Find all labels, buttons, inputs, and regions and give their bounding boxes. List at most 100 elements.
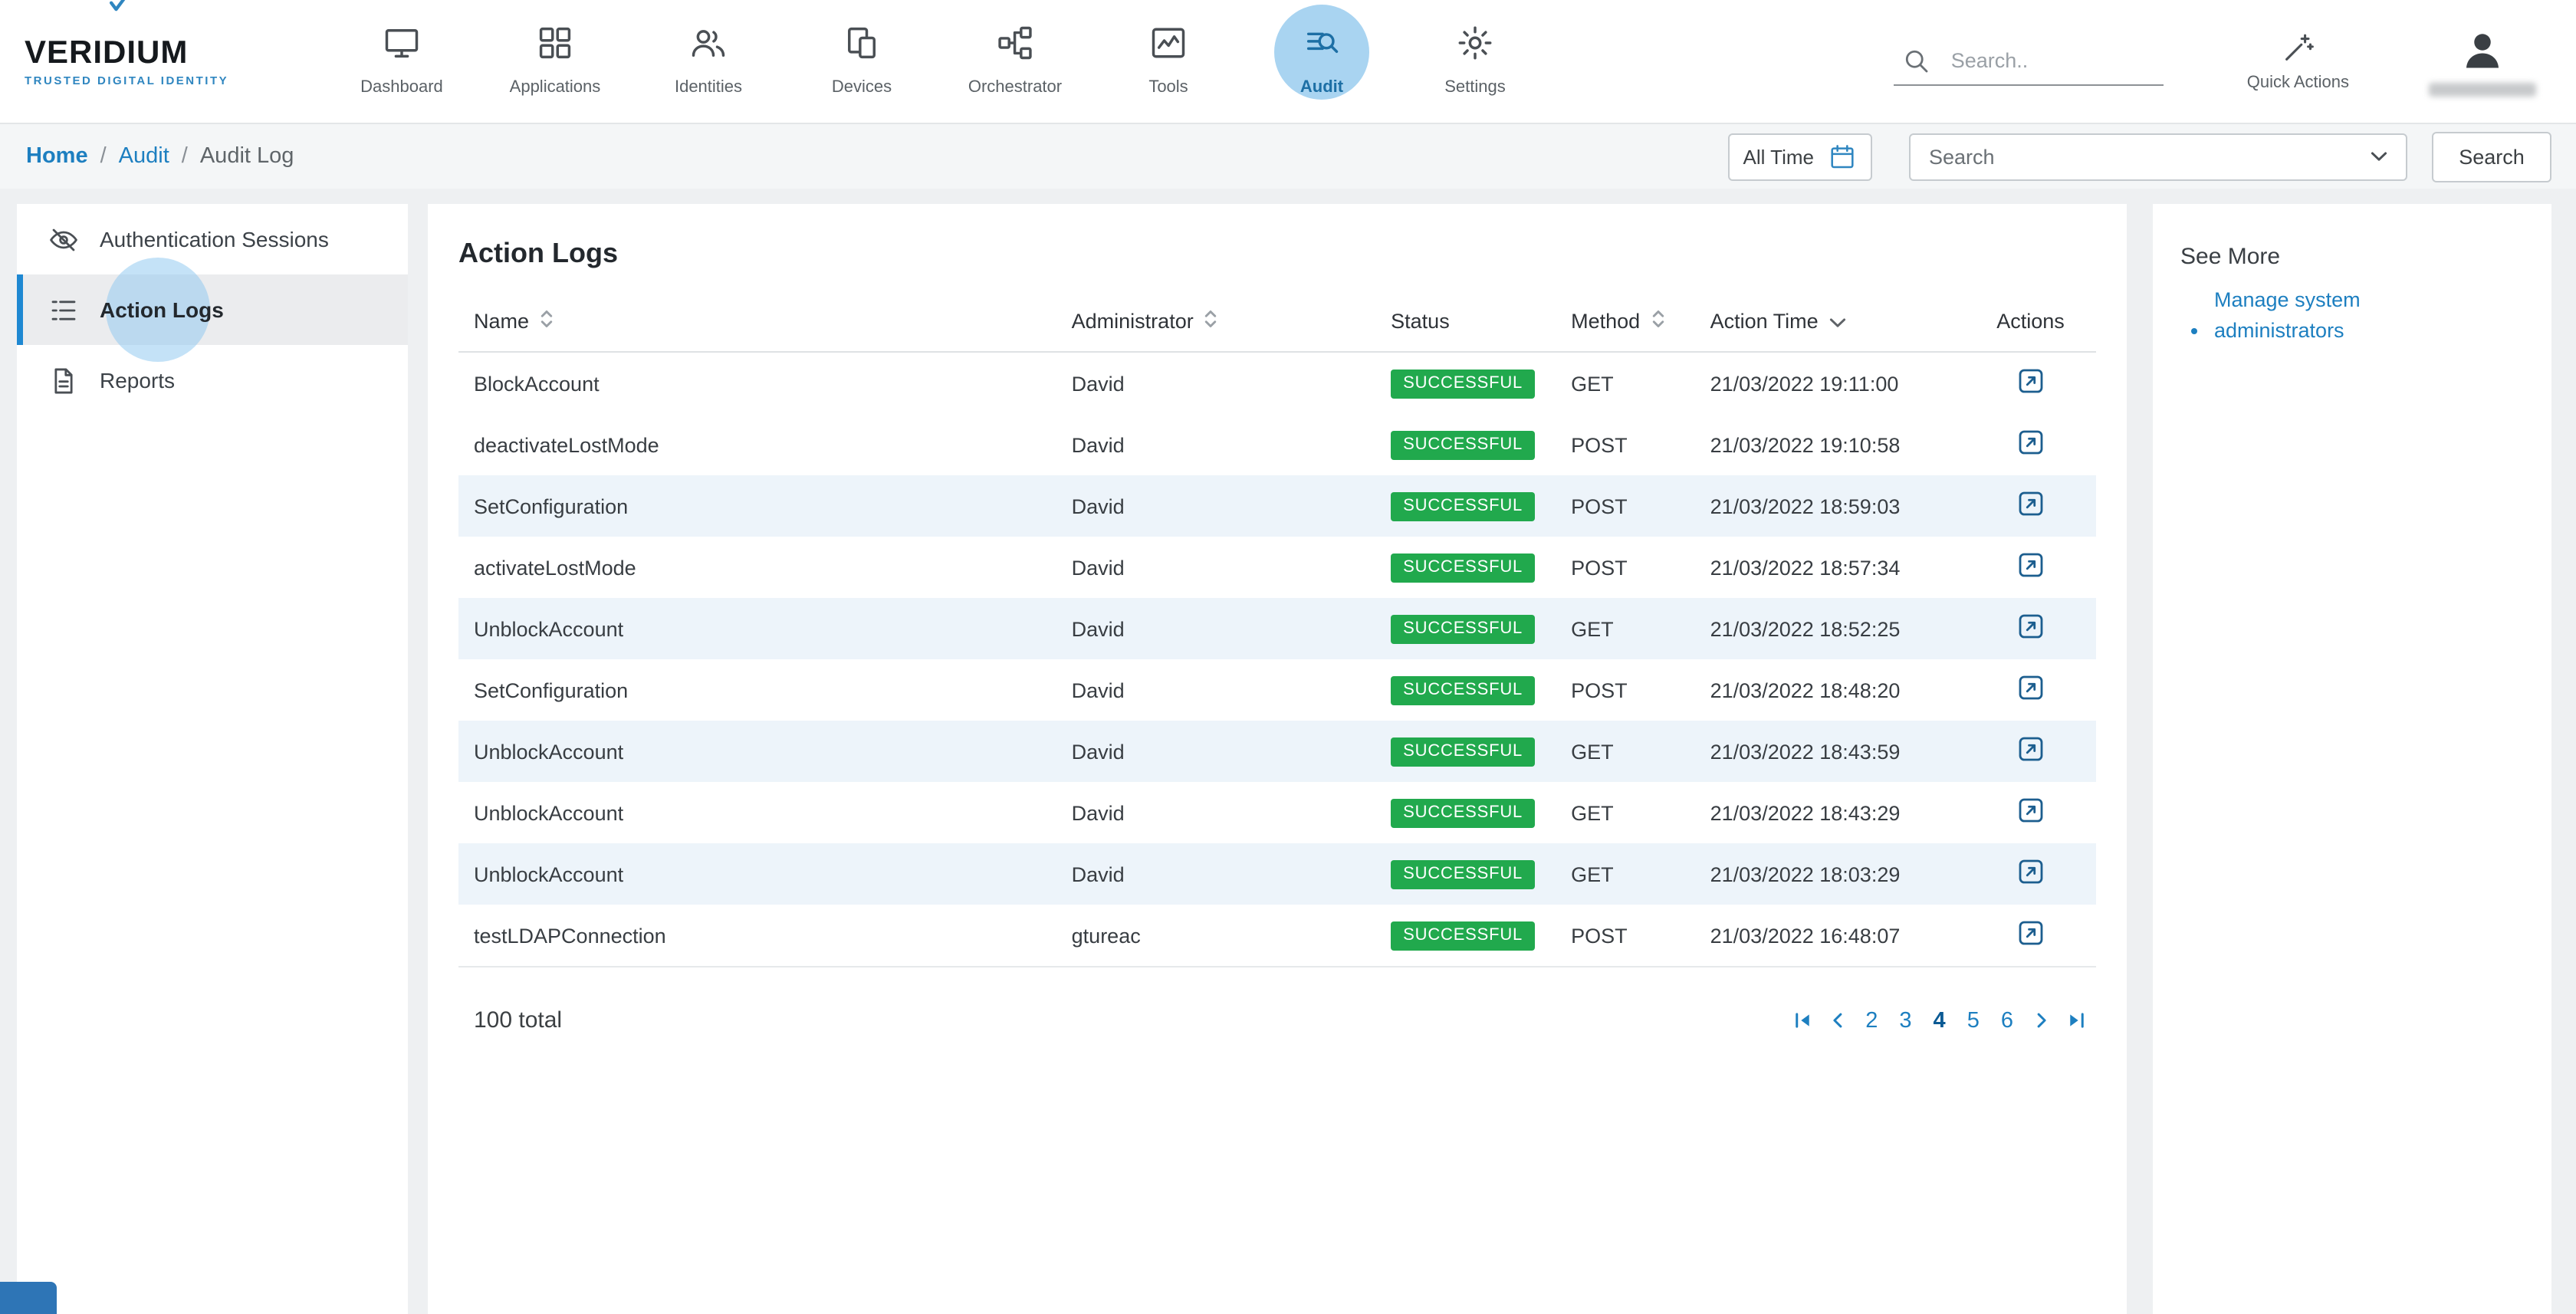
cell-status: SUCCESSFUL (1375, 414, 1556, 475)
sidebar-item-label: Reports (100, 368, 175, 393)
open-record-icon (2015, 610, 2047, 642)
column-header-name[interactable]: Name (458, 296, 1056, 352)
cell-status: SUCCESSFUL (1375, 475, 1556, 537)
cell-actions (1965, 414, 2096, 475)
row-action-button[interactable] (2012, 730, 2050, 773)
action-logs-panel: Action Logs NameAdministratorStatusMetho… (428, 204, 2127, 1314)
nav-item-tools[interactable]: Tools (1092, 0, 1245, 123)
header-tools: Quick Actions (1894, 27, 2536, 96)
nav-item-audit[interactable]: Audit (1245, 0, 1398, 123)
open-record-icon (2015, 917, 2047, 949)
app-window: VERIDIUM TRUSTED DIGITAL IDENTITY Dashbo… (0, 0, 2576, 1314)
total-count: 100 total (458, 1007, 562, 1033)
cell-administrator: David (1056, 721, 1376, 782)
time-filter-button[interactable]: All Time (1728, 133, 1872, 180)
cell-actions (1965, 598, 2096, 659)
cell-name: SetConfiguration (458, 475, 1056, 537)
column-label: Action Time (1710, 310, 1819, 333)
row-action-button[interactable] (2012, 607, 2050, 650)
row-action-button[interactable] (2012, 668, 2050, 711)
pagination-page-3[interactable]: 3 (1896, 1008, 1914, 1033)
sidebar-item-action-logs[interactable]: Action Logs (17, 274, 408, 345)
table-footer: 100 total 23456 (458, 1007, 2096, 1033)
pagination-page-2[interactable]: 2 (1862, 1008, 1881, 1033)
table-row: SetConfiguration David SUCCESSFUL POST 2… (458, 475, 2096, 537)
cell-method: GET (1556, 721, 1695, 782)
caret-down-icon (1829, 317, 1846, 328)
nav-item-orchestrator[interactable]: Orchestrator (938, 0, 1092, 123)
cell-administrator: gtureac (1056, 905, 1376, 967)
search-filter-dropdown[interactable]: Search (1909, 133, 2407, 180)
status-badge: SUCCESSFUL (1391, 921, 1535, 950)
cell-name: testLDAPConnection (458, 905, 1056, 967)
table-row: UnblockAccount David SUCCESSFUL GET 21/0… (458, 721, 2096, 782)
row-action-button[interactable] (2012, 852, 2050, 895)
cell-administrator: David (1056, 475, 1376, 537)
status-badge: SUCCESSFUL (1391, 675, 1535, 705)
nav-item-label: Devices (832, 78, 892, 97)
table-row: testLDAPConnection gtureac SUCCESSFUL PO… (458, 905, 2096, 967)
settings-icon (1455, 23, 1495, 63)
open-record-icon (2015, 426, 2047, 458)
row-action-button[interactable] (2012, 914, 2050, 957)
sidebar-item-label: Action Logs (100, 297, 224, 322)
table-row: SetConfiguration David SUCCESSFUL POST 2… (458, 659, 2096, 721)
row-action-button[interactable] (2012, 546, 2050, 589)
cell-actions (1965, 721, 2096, 782)
pagination-next-button[interactable] (2032, 1010, 2052, 1030)
column-header-method[interactable]: Method (1556, 296, 1695, 352)
applications-icon (535, 23, 575, 63)
breadcrumb-link-home[interactable]: Home (26, 144, 88, 169)
time-filter-label: All Time (1743, 145, 1814, 168)
table-header-row: NameAdministratorStatusMethodAction Time… (458, 296, 2096, 352)
global-search-input[interactable] (1948, 48, 2144, 74)
user-menu[interactable] (2429, 27, 2536, 96)
column-header-action-time[interactable]: Action Time (1695, 296, 1965, 352)
sidebar-item-reports[interactable]: Reports (17, 345, 408, 416)
search-button[interactable]: Search (2432, 131, 2551, 182)
cell-action-time: 21/03/2022 16:48:07 (1695, 905, 1965, 967)
nav-item-devices[interactable]: Devices (785, 0, 938, 123)
veridium-logo[interactable]: VERIDIUM TRUSTED DIGITAL IDENTITY (25, 35, 267, 87)
see-more-link[interactable]: Manage system administrators (2214, 285, 2374, 345)
nav-item-identities[interactable]: Identities (632, 0, 785, 123)
status-badge: SUCCESSFUL (1391, 859, 1535, 889)
page-title: Action Logs (458, 238, 2096, 270)
pagination-page-6[interactable]: 6 (1998, 1008, 2016, 1033)
pagination-page-5[interactable]: 5 (1964, 1008, 1983, 1033)
cell-method: POST (1556, 659, 1695, 721)
open-record-icon (2015, 549, 2047, 581)
table-row: UnblockAccount David SUCCESSFUL GET 21/0… (458, 843, 2096, 905)
row-action-button[interactable] (2012, 485, 2050, 527)
pagination-page-current[interactable]: 4 (1930, 1008, 1949, 1033)
see-more-title: See More (2180, 244, 2524, 270)
open-record-icon (2015, 672, 2047, 704)
cell-method: POST (1556, 905, 1695, 967)
column-header-administrator[interactable]: Administrator (1056, 296, 1376, 352)
eye-off-icon (48, 223, 80, 255)
chat-widget[interactable] (0, 1282, 57, 1314)
open-record-icon (2015, 856, 2047, 888)
nav-item-applications[interactable]: Applications (478, 0, 632, 123)
pagination-first-button[interactable] (1792, 1010, 1812, 1030)
nav-item-dashboard[interactable]: Dashboard (325, 0, 478, 123)
cell-administrator: David (1056, 537, 1376, 598)
cell-action-time: 21/03/2022 18:59:03 (1695, 475, 1965, 537)
nav-item-label: Settings (1444, 78, 1506, 97)
nav-item-settings[interactable]: Settings (1398, 0, 1552, 123)
status-badge: SUCCESSFUL (1391, 491, 1535, 521)
row-action-button[interactable] (2012, 791, 2050, 834)
status-badge: SUCCESSFUL (1391, 553, 1535, 582)
breadcrumb-link-audit[interactable]: Audit (119, 144, 169, 169)
quick-actions-button[interactable]: Quick Actions (2247, 31, 2349, 92)
pagination-prev-button[interactable] (1827, 1010, 1847, 1030)
filter-controls: All Time Search Search (1728, 131, 2551, 182)
row-action-button[interactable] (2012, 362, 2050, 405)
orchestrator-icon (995, 23, 1035, 63)
sidebar-item-authentication-sessions[interactable]: Authentication Sessions (17, 204, 408, 274)
search-icon (1901, 44, 1933, 77)
cell-name: deactivateLostMode (458, 414, 1056, 475)
pagination-last-button[interactable] (2067, 1010, 2087, 1030)
row-action-button[interactable] (2012, 423, 2050, 466)
cell-action-time: 21/03/2022 18:52:25 (1695, 598, 1965, 659)
